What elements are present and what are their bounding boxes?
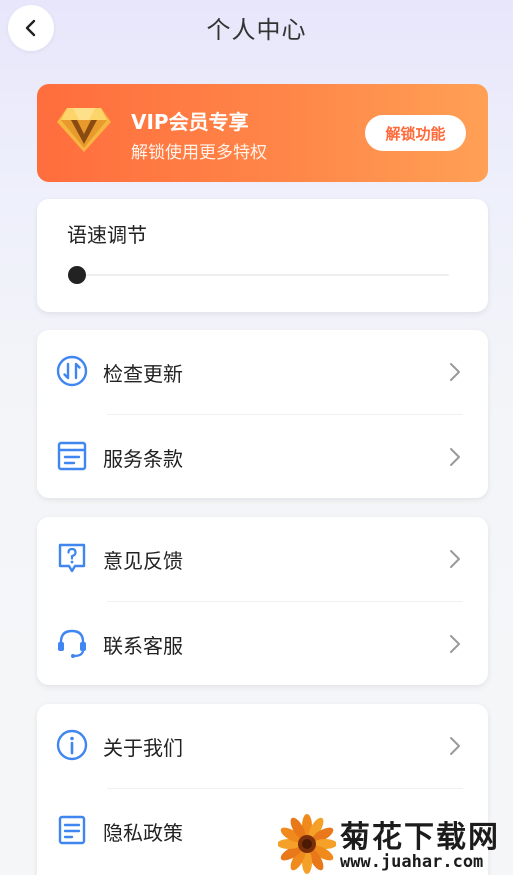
document-icon (57, 441, 87, 471)
feedback-icon (58, 543, 86, 573)
menu-group-2: 意见反馈 联系客服 (37, 517, 488, 685)
menu-item-customer-service[interactable]: 联系客服 (37, 602, 488, 686)
header: 个人中心 (0, 0, 513, 58)
chevron-right-icon (450, 550, 460, 568)
headset-icon (58, 629, 86, 658)
watermark-url: www.juahar.com (340, 852, 484, 872)
speed-label: 语速调节 (67, 223, 147, 247)
menu-item-label: 关于我们 (103, 736, 183, 760)
chevron-right-icon (450, 737, 460, 755)
chevron-right-icon (450, 448, 460, 466)
chevron-right-icon (450, 635, 460, 653)
menu-group-1: 检查更新 服务条款 (37, 330, 488, 498)
update-icon (56, 355, 88, 387)
menu-item-feedback[interactable]: 意见反馈 (37, 517, 488, 601)
vip-diamond-icon (57, 108, 111, 152)
menu-item-label: 联系客服 (103, 634, 183, 658)
document-icon (58, 815, 86, 845)
watermark-title: 菊花下载网 (340, 820, 500, 855)
watermark: 菊花下载网 www.juahar.com (278, 812, 513, 875)
menu-item-label: 意见反馈 (103, 549, 183, 573)
menu-item-terms[interactable]: 服务条款 (37, 415, 488, 499)
menu-item-label: 检查更新 (103, 362, 183, 386)
vip-banner[interactable]: VIP会员专享 解锁使用更多特权 解锁功能 (37, 84, 488, 182)
menu-item-about-us[interactable]: 关于我们 (37, 704, 488, 788)
page-title: 个人中心 (206, 16, 307, 44)
speed-slider-track[interactable] (69, 274, 449, 276)
speed-slider-knob[interactable] (68, 266, 86, 284)
menu-item-check-update[interactable]: 检查更新 (37, 330, 488, 414)
menu-item-label: 服务条款 (103, 447, 183, 471)
chevron-right-icon (450, 363, 460, 381)
vip-subtitle: 解锁使用更多特权 (131, 143, 267, 163)
vip-title: VIP会员专享 (131, 110, 249, 134)
speed-card: 语速调节 (37, 199, 488, 312)
info-icon (56, 729, 88, 761)
menu-item-label: 隐私政策 (103, 821, 183, 845)
flower-logo-icon (278, 814, 336, 874)
unlock-button[interactable]: 解锁功能 (365, 115, 466, 151)
